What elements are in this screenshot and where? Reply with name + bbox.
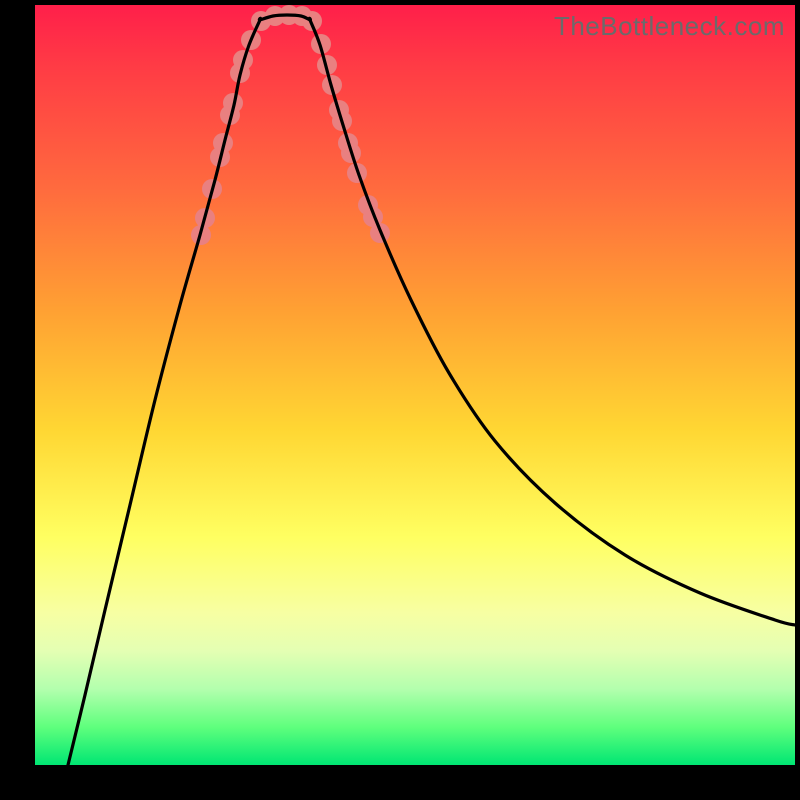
bottleneck-curve [68,15,795,765]
plot-area: TheBottleneck.com [35,5,795,765]
marker-layer [191,5,390,245]
bottleneck-curve-svg [35,5,795,765]
